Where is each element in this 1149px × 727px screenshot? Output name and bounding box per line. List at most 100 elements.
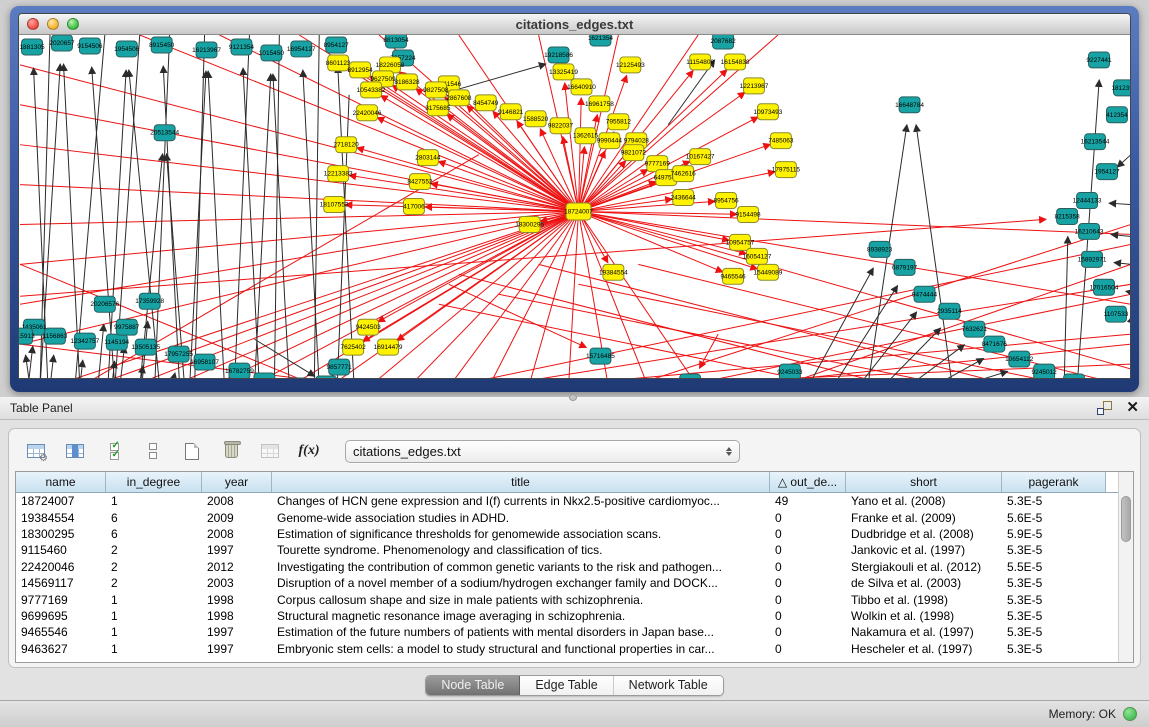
graph-node[interactable]: 9154506 [77,38,103,54]
graph-node[interactable]: 16213967 [192,42,221,58]
graph-node[interactable]: 9474444 [912,286,938,302]
graph-node[interactable]: 2436644 [671,190,697,206]
column-header-short[interactable]: short [846,472,1002,492]
graph-node[interactable]: 20513544 [150,125,179,141]
graph-node[interactable]: 8954127 [324,37,350,53]
column-header-title[interactable]: title [272,472,770,492]
graph-node[interactable]: 22420046 [353,105,382,121]
graph-node[interactable]: 13325419 [549,64,578,80]
tab-network-table[interactable]: Network Table [614,676,723,695]
panel-resize-handle[interactable] [569,394,577,401]
graph-node[interactable]: 16640910 [567,79,596,95]
graph-node[interactable]: 17359928 [135,293,164,309]
graph-node[interactable]: 8186328 [394,74,420,90]
graph-node[interactable]: 16213544 [1081,134,1110,150]
graph-node[interactable]: 3915913 [19,328,35,344]
minimize-window-button[interactable] [47,18,59,30]
graph-node[interactable]: 1881305 [19,39,45,55]
graph-node[interactable]: 1156863 [43,328,68,344]
graph-node[interactable]: 10167427 [686,149,715,165]
graph-node[interactable]: 2867608 [446,90,472,106]
graph-node[interactable]: 17016504 [1090,279,1119,295]
graph-node[interactable]: 10543382 [357,82,386,98]
graph-node[interactable]: 19218586 [544,47,573,63]
graph-node[interactable]: 1954127 [1094,164,1120,180]
table-row[interactable]: 1872400712008Changes of HCN gene express… [16,493,1118,509]
graph-node[interactable]: 6879197 [892,259,918,275]
graph-node[interactable]: 417006 [403,199,425,215]
graph-node[interactable]: 412354 [1106,107,1128,123]
graph-node[interactable]: 11154808 [686,54,714,70]
graph-node[interactable]: 7632621 [962,321,988,337]
graph-node[interactable]: 9465546 [720,268,746,284]
graph-node[interactable]: 2020657 [49,35,75,51]
graph-node[interactable]: 7625402 [341,339,367,355]
network-graph[interactable]: 1881305202065791545061954506891545016213… [19,35,1130,378]
selection-mode-button[interactable] [101,438,127,464]
graph-node[interactable]: 8813054 [383,35,409,48]
graph-node[interactable]: 9975887 [114,319,140,335]
vertical-scrollbar[interactable] [1118,472,1133,662]
graph-node[interactable]: 16914479 [374,339,403,355]
new-file-button[interactable] [179,438,205,464]
graph-node[interactable]: 8427552 [407,174,433,190]
graph-node[interactable]: 2424503 [678,374,704,378]
graph-node[interactable]: 9121354 [229,39,255,55]
graph-node[interactable]: 12342757 [71,333,100,349]
graph-node[interactable]: 2803144 [415,150,441,166]
tab-node-table[interactable]: Node Table [426,676,520,695]
graph-node[interactable]: 12444133 [1073,193,1102,209]
graph-node[interactable]: 16154838 [721,54,750,70]
graph-node[interactable]: 9227441 [1086,52,1112,68]
graph-node[interactable]: 17957255 [164,346,193,362]
graph-node[interactable]: 7485063 [768,133,794,149]
table-row[interactable]: 1456911722003Disruption of a novel membe… [16,575,1118,591]
graph-node[interactable]: 15892971 [1078,251,1107,267]
table-row[interactable]: 969969511998Structural magnetic resonanc… [16,608,1118,624]
graph-node[interactable]: 9245012 [1032,364,1058,378]
table-row[interactable]: 911546021997Tourette syndrome. Phenomeno… [16,542,1118,558]
graph-node[interactable]: 1145194 [104,334,129,350]
close-panel-icon[interactable]: ✕ [1126,401,1139,415]
table-row[interactable]: 1830029562008Estimation of significance … [16,526,1118,542]
graph-node[interactable]: 16961758 [585,96,614,112]
graph-node[interactable]: 9245033 [777,364,803,378]
network-canvas[interactable]: 1881305202065791545061954506891545016213… [19,35,1130,378]
graph-node[interactable]: 8915450 [149,37,175,53]
graph-node[interactable]: 16782759 [225,363,254,378]
graph-node[interactable]: 17975115 [772,162,801,178]
column-header-year[interactable]: year [202,472,272,492]
graph-node[interactable]: 8454749 [473,95,499,111]
graph-node[interactable]: 8471676 [982,336,1008,352]
graph-node[interactable]: 16954127 [287,41,316,57]
graph-node[interactable]: 1107533 [1104,306,1129,322]
scrollbar-thumb[interactable] [1121,496,1131,542]
graph-node[interactable]: 1015450 [259,45,285,61]
graph-node[interactable]: 9424503 [355,319,381,335]
column-header-in-degree[interactable]: in_degree [106,472,202,492]
graph-node[interactable]: 8954756 [713,193,739,209]
graph-node[interactable]: 2718120 [334,137,360,153]
graph-node[interactable]: 9821072 [621,145,647,161]
function-builder-button[interactable]: f(x) [296,438,322,464]
import-table-button[interactable] [257,438,283,464]
table-settings-button[interactable]: ⚙ [23,438,49,464]
delete-button[interactable] [218,438,244,464]
graph-node[interactable]: 2087682 [710,35,736,49]
graph-node[interactable]: 1588520 [523,111,549,127]
graph-node[interactable]: 8215358 [1055,209,1081,225]
table-row[interactable]: 1938455462009Genome-wide association stu… [16,509,1118,525]
graph-node[interactable]: 16648784 [895,97,924,113]
graph-node[interactable]: 8915451 [314,376,340,378]
graph-node[interactable]: 9822037 [548,118,574,134]
graph-node[interactable]: 12213967 [740,78,769,94]
graph-node[interactable]: 13505135 [131,339,160,355]
graph-node[interactable]: 18107553 [320,197,349,213]
graph-node[interactable]: 19384554 [599,264,628,280]
close-window-button[interactable] [27,18,39,30]
graph-node[interactable]: 3175685 [425,100,451,116]
graph-node[interactable]: 9827508 [423,82,449,98]
column-header-pagerank[interactable]: pagerank [1002,472,1106,492]
graph-node[interactable]: 9857771 [327,359,353,375]
tab-edge-table[interactable]: Edge Table [520,676,613,695]
